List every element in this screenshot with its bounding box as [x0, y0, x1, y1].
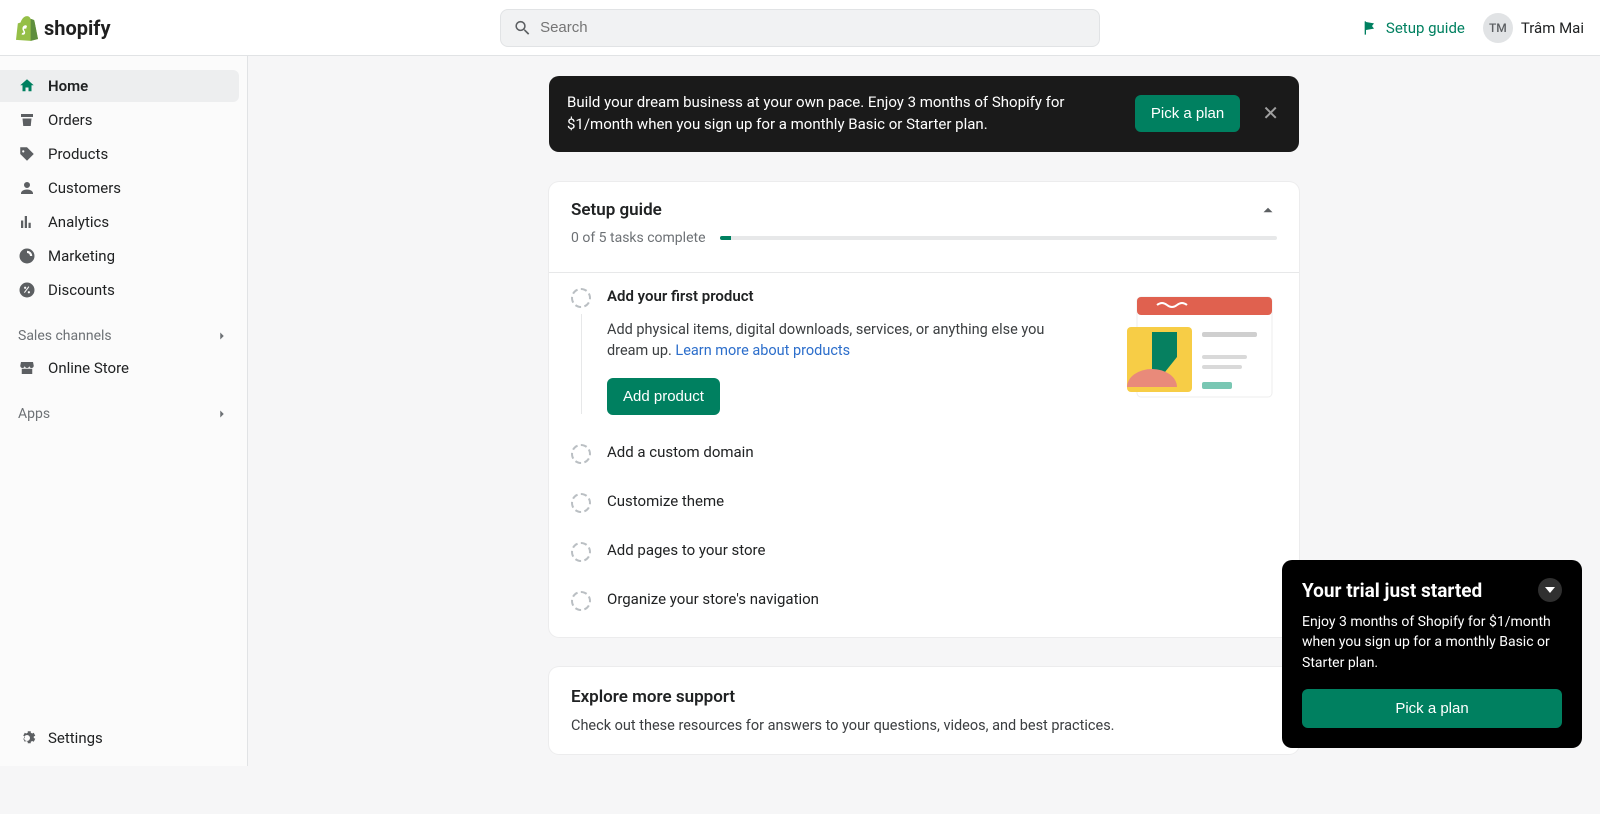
task-status-icon[interactable] — [571, 542, 591, 562]
plan-banner: Build your dream business at your own pa… — [549, 76, 1299, 152]
search-input[interactable] — [540, 19, 1087, 36]
sidebar-item-online-store[interactable]: Online Store — [0, 352, 239, 384]
task-body: Add your first product Add physical item… — [607, 287, 1061, 416]
task-title: Add a custom domain — [607, 443, 1277, 461]
brand-name: shopify — [44, 16, 111, 40]
support-title: Explore more support — [571, 687, 1277, 707]
progress-fill — [720, 236, 731, 240]
task-add-pages[interactable]: Add pages to your store — [549, 527, 1299, 576]
shopify-logo[interactable]: shopify — [16, 15, 111, 41]
task-title: Add pages to your store — [607, 541, 1277, 559]
trial-body: Enjoy 3 months of Shopify for $1/month w… — [1302, 612, 1562, 673]
analytics-icon — [18, 213, 36, 231]
card-title: Setup guide — [571, 200, 662, 220]
nav-bottom: Settings — [0, 722, 247, 766]
caret-down-icon — [1545, 585, 1555, 595]
sidebar-item-label: Online Store — [48, 359, 129, 377]
nav-primary: Home Orders Products Customers Analytics… — [0, 70, 247, 308]
support-card: Explore more support Check out these res… — [549, 667, 1299, 754]
task-status-icon[interactable] — [571, 493, 591, 513]
marketing-icon — [18, 247, 36, 265]
home-icon — [18, 77, 36, 95]
setup-guide-label: Setup guide — [1386, 19, 1465, 37]
topbar: shopify Setup guide TM Trâm Mai — [0, 0, 1600, 56]
sidebar-item-label: Discounts — [48, 281, 115, 299]
chevron-right-icon — [215, 329, 229, 343]
products-icon — [18, 145, 36, 163]
search-container — [500, 9, 1100, 47]
sidebar-item-analytics[interactable]: Analytics — [0, 206, 239, 238]
sidebar-item-orders[interactable]: Orders — [0, 104, 239, 136]
progress-row: 0 of 5 tasks complete — [571, 230, 1277, 246]
sidebar-item-label: Orders — [48, 111, 93, 129]
topbar-right: Setup guide TM Trâm Mai — [1362, 13, 1584, 43]
sidebar-item-settings[interactable]: Settings — [0, 722, 239, 754]
sidebar-item-home[interactable]: Home — [0, 70, 239, 102]
sidebar-item-discounts[interactable]: Discounts — [0, 274, 239, 306]
discounts-icon — [18, 281, 36, 299]
trial-collapse-button[interactable] — [1538, 578, 1562, 602]
task-title: Add your first product — [607, 287, 1061, 305]
sidebar-item-marketing[interactable]: Marketing — [0, 240, 239, 272]
section-label: Apps — [18, 406, 50, 422]
content-column: Build your dream business at your own pa… — [549, 76, 1299, 754]
search-field[interactable] — [500, 9, 1100, 47]
sidebar-item-label: Products — [48, 145, 108, 163]
setup-guide-link[interactable]: Setup guide — [1362, 19, 1465, 37]
chevron-right-icon — [215, 407, 229, 421]
sidebar-item-label: Analytics — [48, 213, 109, 231]
sidebar-item-label: Home — [48, 77, 88, 95]
card-header: Setup guide 0 of 5 tasks complete — [549, 182, 1299, 258]
user-name: Trâm Mai — [1521, 19, 1584, 37]
close-banner-button[interactable]: ✕ — [1260, 104, 1281, 124]
sidebar-item-customers[interactable]: Customers — [0, 172, 239, 204]
sidebar: Home Orders Products Customers Analytics… — [0, 56, 248, 766]
avatar-initials: TM — [1489, 21, 1507, 35]
chevron-up-icon[interactable] — [1259, 201, 1277, 219]
progress-text: 0 of 5 tasks complete — [571, 230, 706, 246]
task-desc: Add physical items, digital downloads, s… — [607, 319, 1047, 363]
setup-guide-card: Setup guide 0 of 5 tasks complete Add yo… — [549, 182, 1299, 638]
task-custom-domain[interactable]: Add a custom domain — [549, 429, 1299, 478]
close-icon: ✕ — [1262, 103, 1279, 125]
task-title: Customize theme — [607, 492, 1277, 510]
search-icon — [513, 18, 532, 38]
sidebar-item-label: Customers — [48, 179, 121, 197]
flag-icon — [1362, 20, 1378, 36]
pick-plan-button[interactable]: Pick a plan — [1135, 95, 1240, 132]
task-customize-theme[interactable]: Customize theme — [549, 478, 1299, 527]
task-title: Organize your store's navigation — [607, 590, 1277, 608]
task-status-icon[interactable] — [571, 444, 591, 464]
sidebar-item-products[interactable]: Products — [0, 138, 239, 170]
add-product-button[interactable]: Add product — [607, 378, 720, 415]
task-illustration — [1077, 287, 1277, 407]
support-sub: Check out these resources for answers to… — [571, 717, 1277, 734]
orders-icon — [18, 111, 36, 129]
shopify-bag-icon — [16, 15, 38, 41]
task-status-icon[interactable] — [571, 591, 591, 611]
banner-text: Build your dream business at your own pa… — [567, 92, 1067, 136]
customers-icon — [18, 179, 36, 197]
nav-sales-channels: Online Store — [0, 352, 247, 386]
learn-more-link[interactable]: Learn more about products — [675, 342, 850, 359]
task-status-icon[interactable] — [571, 288, 591, 308]
trial-popup: Your trial just started Enjoy 3 months o… — [1282, 560, 1582, 748]
avatar: TM — [1483, 13, 1513, 43]
task-organize-nav[interactable]: Organize your store's navigation — [549, 576, 1299, 625]
sales-channels-header[interactable]: Sales channels — [0, 320, 247, 352]
gear-icon — [18, 729, 36, 747]
sidebar-item-label: Marketing — [48, 247, 115, 265]
apps-header[interactable]: Apps — [0, 398, 247, 430]
user-menu[interactable]: TM Trâm Mai — [1483, 13, 1584, 43]
store-icon — [18, 359, 36, 377]
progress-bar — [720, 236, 1277, 240]
trial-pick-plan-button[interactable]: Pick a plan — [1302, 689, 1562, 728]
sidebar-item-label: Settings — [48, 729, 103, 747]
trial-title: Your trial just started — [1302, 579, 1482, 602]
section-label: Sales channels — [18, 328, 112, 344]
task-add-first-product: Add your first product Add physical item… — [549, 273, 1299, 430]
